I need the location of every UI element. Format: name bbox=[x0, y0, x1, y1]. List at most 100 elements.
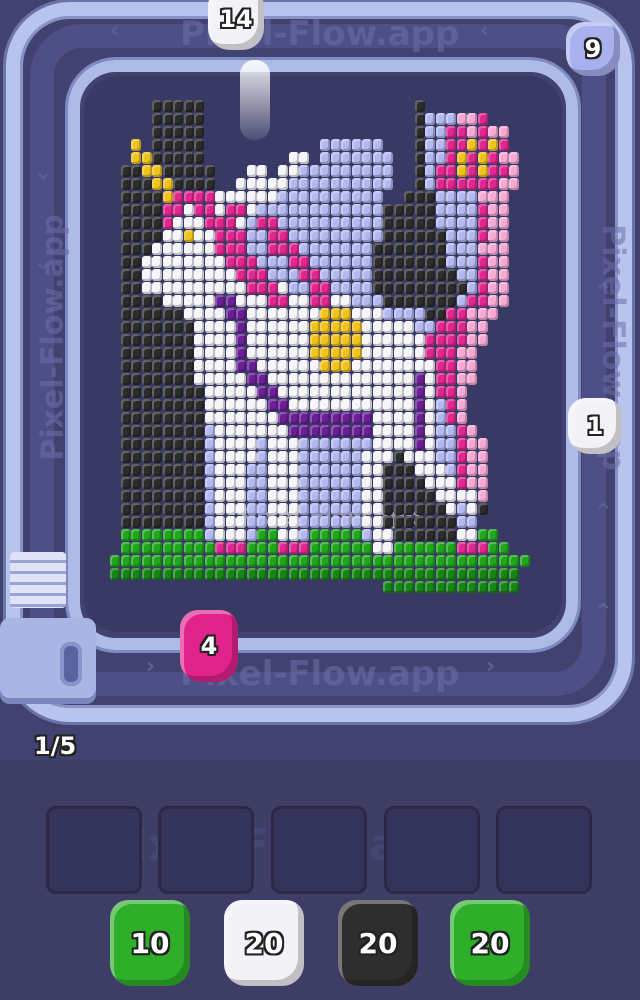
pixel-block bbox=[425, 412, 435, 424]
pixel-block bbox=[246, 334, 257, 346]
pixel-block bbox=[225, 516, 236, 528]
pixel-block bbox=[246, 516, 257, 528]
pixel-block bbox=[414, 191, 425, 203]
pixel-block bbox=[204, 516, 215, 528]
pixel-block bbox=[236, 321, 246, 333]
queue-count: 20 bbox=[470, 926, 510, 960]
pixel-block bbox=[446, 217, 456, 229]
pixel-block bbox=[194, 373, 204, 385]
pixel-block bbox=[225, 308, 236, 320]
pixel-block bbox=[236, 568, 246, 580]
pixel-block bbox=[446, 464, 456, 476]
pixel-block bbox=[162, 516, 173, 528]
pixel-block bbox=[257, 334, 267, 346]
pixel-block bbox=[404, 360, 414, 372]
pixel-block bbox=[225, 399, 236, 411]
pixel-block bbox=[267, 412, 278, 424]
pixel-block bbox=[467, 477, 477, 489]
pixel-block bbox=[425, 308, 435, 320]
pixel-block bbox=[173, 438, 183, 450]
pixel-block bbox=[351, 321, 362, 333]
pixel-block bbox=[414, 425, 425, 437]
queue-shooter-green[interactable]: 20 bbox=[450, 900, 530, 986]
pixel-block bbox=[162, 152, 173, 164]
pixel-block bbox=[194, 542, 204, 554]
pixel-block bbox=[225, 243, 236, 255]
pixel-block bbox=[278, 373, 288, 385]
queue-shooter-black[interactable]: 20 bbox=[338, 900, 418, 986]
pixel-block bbox=[194, 490, 204, 502]
empty-slot[interactable] bbox=[46, 806, 142, 894]
pixel-block bbox=[194, 113, 204, 125]
pixel-block bbox=[267, 269, 278, 281]
pixel-block bbox=[456, 451, 467, 463]
pixel-block bbox=[393, 464, 404, 476]
pixel-block bbox=[435, 230, 446, 242]
pixel-block bbox=[267, 347, 278, 359]
pixel-block bbox=[246, 568, 257, 580]
pixel-block bbox=[246, 165, 257, 177]
empty-slot[interactable] bbox=[384, 806, 480, 894]
pixel-block bbox=[435, 126, 446, 138]
pixel-block bbox=[383, 256, 393, 268]
pixel-block bbox=[425, 438, 435, 450]
pixel-block bbox=[446, 503, 456, 515]
pixel-block bbox=[467, 204, 477, 216]
pixel-block bbox=[257, 503, 267, 515]
pixel-block bbox=[383, 438, 393, 450]
queue-shooter-white[interactable]: 20 bbox=[224, 900, 304, 986]
pixel-block bbox=[488, 295, 498, 307]
pixel-block bbox=[204, 412, 215, 424]
pixel-block bbox=[173, 178, 183, 190]
pixel-block bbox=[477, 568, 488, 580]
pixel-block bbox=[299, 412, 309, 424]
pixel-block bbox=[215, 204, 225, 216]
pixel-block bbox=[225, 542, 236, 554]
pixel-block bbox=[204, 503, 215, 515]
queue-shooter-green[interactable]: 10 bbox=[110, 900, 190, 986]
pixel-block bbox=[446, 126, 456, 138]
queue-counter: 1/5 bbox=[34, 732, 77, 760]
pixel-block bbox=[152, 542, 162, 554]
pixel-block bbox=[425, 113, 435, 125]
pixel-block bbox=[225, 347, 236, 359]
pixel-block bbox=[477, 464, 488, 476]
pixel-block bbox=[278, 191, 288, 203]
pixel-block bbox=[351, 295, 362, 307]
pixel-block bbox=[162, 490, 173, 502]
pixel-block bbox=[278, 503, 288, 515]
pixel-block bbox=[425, 555, 435, 567]
pixel-block bbox=[477, 555, 488, 567]
pixel-block bbox=[467, 295, 477, 307]
pixel-block bbox=[141, 542, 152, 554]
pixel-block bbox=[267, 425, 278, 437]
empty-slot[interactable] bbox=[158, 806, 254, 894]
pixel-block bbox=[183, 321, 194, 333]
pixel-block bbox=[404, 321, 414, 333]
pixel-block bbox=[120, 555, 131, 567]
pixel-block bbox=[446, 269, 456, 281]
empty-slot[interactable] bbox=[271, 806, 367, 894]
pixel-block bbox=[351, 282, 362, 294]
pixel-block bbox=[351, 269, 362, 281]
pixel-block bbox=[257, 542, 267, 554]
pixel-block bbox=[383, 581, 393, 593]
pixel-block bbox=[173, 516, 183, 528]
pixel-block bbox=[320, 191, 330, 203]
pixel-block bbox=[246, 243, 257, 255]
pixel-block bbox=[152, 165, 162, 177]
pixel-block bbox=[236, 490, 246, 502]
empty-slot[interactable] bbox=[496, 806, 592, 894]
pixel-block bbox=[351, 516, 362, 528]
pixel-block bbox=[162, 334, 173, 346]
pixel-block bbox=[267, 334, 278, 346]
pixel-block bbox=[320, 269, 330, 281]
pixel-block bbox=[393, 360, 404, 372]
pixel-block bbox=[141, 438, 152, 450]
pixel-block bbox=[351, 165, 362, 177]
pixel-block bbox=[351, 425, 362, 437]
pixel-block bbox=[120, 243, 131, 255]
pixel-block bbox=[435, 308, 446, 320]
pixel-block bbox=[341, 321, 351, 333]
pixel-block bbox=[162, 373, 173, 385]
